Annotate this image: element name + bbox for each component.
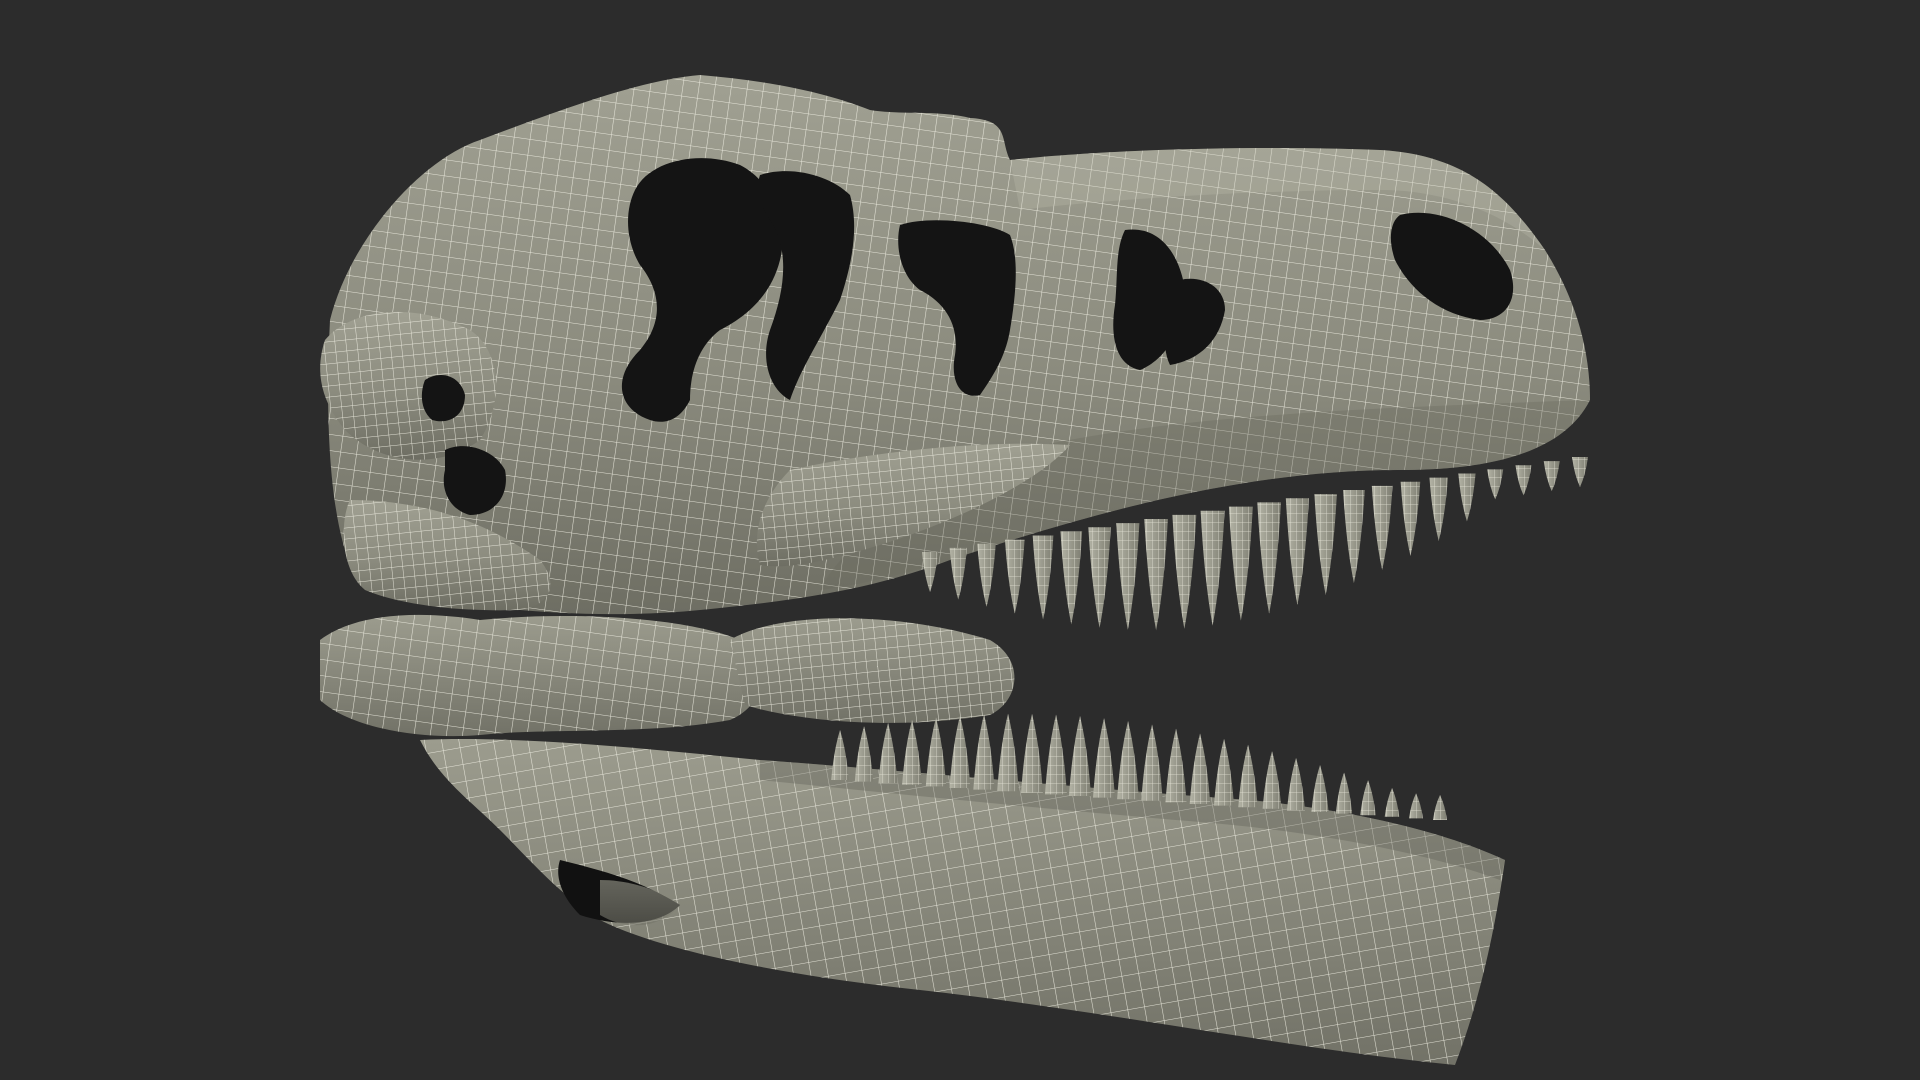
upper-tooth [1032,535,1054,620]
lower-tooth [1384,788,1400,817]
upper-tooth [1200,510,1225,626]
lower-tooth [925,717,947,787]
lower-tooth [902,719,922,785]
upper-tooth [1285,498,1309,606]
upper-tooth [1371,485,1393,570]
lower-tooth [1021,713,1043,793]
upper-tooth [922,552,938,592]
lower-tooth [1335,772,1353,814]
3d-viewport[interactable] [0,0,1920,1080]
lower-tooth [1117,721,1139,800]
upper-tooth [1060,531,1083,625]
upper-skull [320,75,1590,615]
upper-tooth [1314,494,1337,595]
upper-tooth [977,543,996,607]
lower-tooth [973,714,995,790]
upper-tooth [949,547,967,600]
upper-tooth [1116,523,1140,630]
lower-tooth [1165,728,1187,803]
lower-tooth [1433,795,1447,820]
lower-tooth [854,726,874,782]
lower-tooth [1409,793,1423,819]
upper-tooth [1004,539,1025,614]
lower-tooth [1238,744,1258,808]
upper-tooth [1487,469,1504,500]
upper-tooth [1172,514,1197,629]
lower-tooth [1141,724,1163,801]
lower-tooth [1093,718,1115,798]
lower-tooth [1287,757,1305,811]
upper-tooth [1429,477,1448,541]
lower-tooth [1045,714,1067,795]
lower-tooth [831,730,849,780]
lower-tooth [997,713,1019,792]
lower-tooth [1311,765,1329,812]
lower-tooth [949,715,971,788]
lower-tooth [878,722,898,784]
upper-tooth [1543,461,1560,492]
lower-tooth [1360,780,1376,816]
upper-tooth [1400,481,1421,556]
lower-tooth [1262,751,1282,809]
upper-tooth [1458,473,1476,522]
lower-tooth [1069,716,1091,796]
upper-tooth [1088,527,1111,628]
skull-render [320,75,1590,1065]
upper-tooth [1515,465,1532,496]
upper-tooth [1572,457,1588,487]
upper-tooth [1343,490,1365,584]
lower-jaw [320,614,1505,1065]
upper-tooth [1228,506,1253,621]
upper-tooth [1144,518,1168,631]
lower-tooth [1189,733,1211,804]
lower-tooth [1213,738,1235,806]
upper-tooth [1257,502,1281,614]
